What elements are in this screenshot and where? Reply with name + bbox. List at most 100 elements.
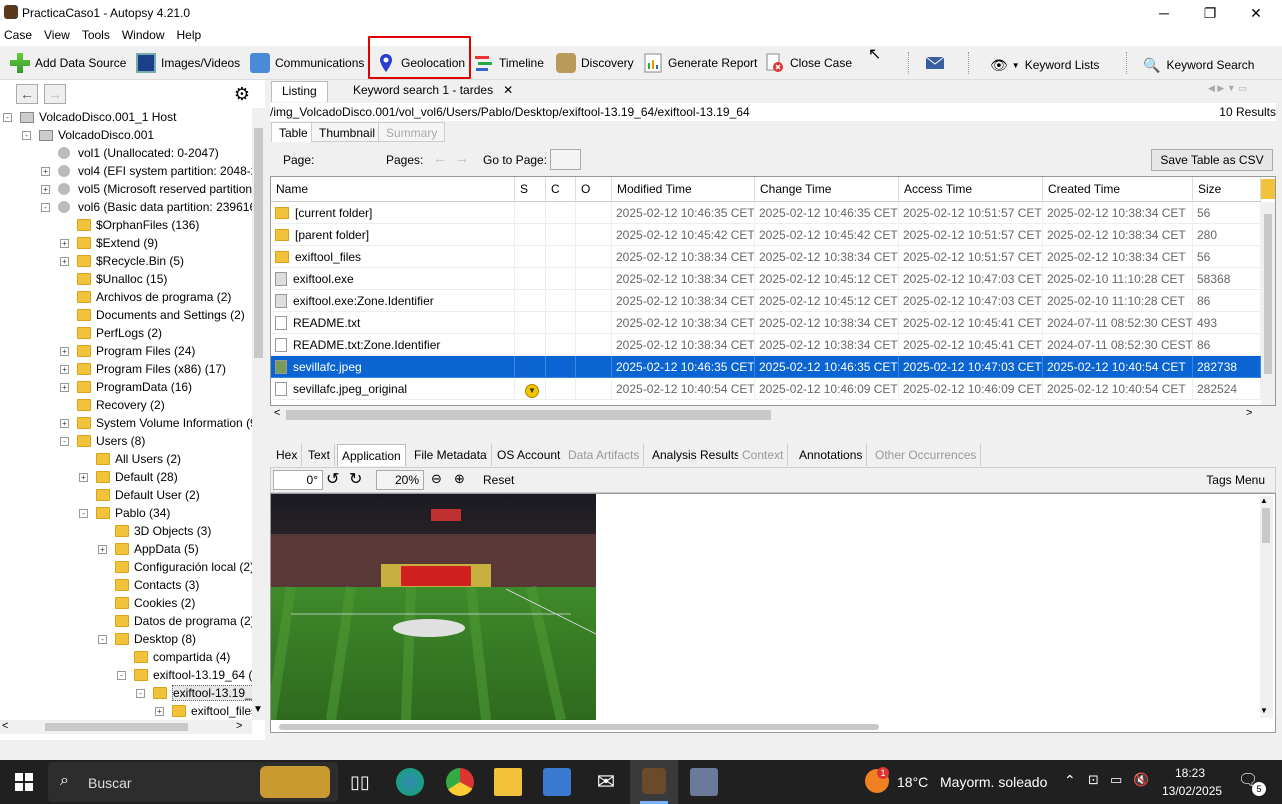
content-tab[interactable]: OS Account bbox=[493, 444, 566, 466]
tree-node[interactable]: - VolcadoDisco.001 bbox=[22, 126, 154, 144]
subtab-thumbnail[interactable]: Thumbnail bbox=[311, 122, 384, 142]
close-tab-icon[interactable]: ✕ bbox=[503, 83, 513, 97]
collapse-icon[interactable]: - bbox=[117, 670, 126, 680]
tree-node[interactable]: PerfLogs (2) bbox=[60, 324, 162, 342]
tree-node[interactable]: Contacts (3) bbox=[98, 576, 199, 594]
keyword-search-button[interactable]: 🔍 Keyword Search bbox=[1143, 54, 1254, 76]
tree-node[interactable]: + AppData (5) bbox=[98, 540, 199, 558]
expand-icon[interactable]: + bbox=[60, 418, 69, 428]
table-horizontal-scrollbar[interactable]: < > bbox=[270, 406, 1276, 424]
table-row[interactable]: sevillafc.jpeg_original ▼ 2025-02-12 10:40… bbox=[271, 378, 1261, 400]
tree-node[interactable]: $OrphanFiles (136) bbox=[60, 216, 199, 234]
table-row[interactable]: [parent folder] 2025-02-12 10:45:42 CET 20… bbox=[271, 224, 1261, 246]
prev-page-icon[interactable]: ← bbox=[433, 150, 447, 166]
tree-node[interactable]: + Program Files (x86) (17) bbox=[60, 360, 226, 378]
tree-node[interactable]: + exiftool_files (2) bbox=[155, 702, 252, 720]
images-videos-button[interactable]: Images/Videos bbox=[136, 52, 240, 74]
tree-node[interactable]: $Unalloc (15) bbox=[60, 270, 167, 288]
menu-case[interactable]: Case bbox=[0, 26, 38, 44]
tree-node[interactable]: + vol5 (Microsoft reserved partition: 206… bbox=[41, 180, 252, 198]
scroll-down-icon[interactable]: ▼ bbox=[253, 704, 263, 715]
table-vertical-scrollbar[interactable] bbox=[1261, 202, 1275, 405]
rotation-field[interactable]: 0° bbox=[273, 470, 323, 490]
tree-node[interactable]: + vol4 (EFI system partition: 2048-206847… bbox=[41, 162, 252, 180]
keyword-lists-button[interactable]: 👁 ▼ Keyword Lists bbox=[990, 54, 1099, 76]
tree-hscroll-thumb[interactable] bbox=[45, 723, 188, 731]
goto-page-input[interactable] bbox=[550, 149, 581, 170]
column-header[interactable]: O bbox=[576, 177, 612, 202]
collapse-icon[interactable]: - bbox=[22, 130, 31, 140]
tree-node[interactable]: - vol6 (Basic data partition: 239616-6186… bbox=[41, 198, 252, 216]
column-header[interactable]: Size bbox=[1193, 177, 1261, 202]
column-header[interactable]: Access Time bbox=[899, 177, 1043, 202]
table-row[interactable]: sevillafc.jpeg 2025-02-12 10:46:35 CET 202… bbox=[271, 356, 1261, 378]
network-icon[interactable]: ▭ bbox=[1110, 772, 1122, 788]
column-header[interactable]: Name bbox=[271, 177, 515, 202]
expand-icon[interactable]: + bbox=[60, 346, 69, 356]
tree-node[interactable]: Recovery (2) bbox=[60, 396, 165, 414]
tree-node[interactable]: - exiftool-13.19_64 (3) bbox=[117, 666, 252, 684]
back-button[interactable]: ← bbox=[16, 84, 38, 104]
table-row[interactable]: README.txt:Zone.Identifier 2025-02-12 10:… bbox=[271, 334, 1261, 356]
save-table-csv-button[interactable]: Save Table as CSV bbox=[1151, 149, 1273, 171]
content-tab[interactable]: Context bbox=[738, 444, 789, 466]
viewer-hscroll-thumb[interactable] bbox=[279, 724, 879, 730]
tree-node[interactable]: Default User (2) bbox=[79, 486, 200, 504]
collapse-icon[interactable]: - bbox=[60, 436, 69, 446]
viewer-scroll-thumb[interactable] bbox=[1262, 508, 1270, 543]
content-tab[interactable]: Annotations bbox=[795, 444, 868, 466]
tab-keyword-search[interactable]: Keyword search 1 - tardes ✕ bbox=[343, 81, 524, 102]
close-case-button[interactable]: Close Case bbox=[765, 52, 852, 74]
menu-tools[interactable]: Tools bbox=[76, 26, 116, 44]
close-button[interactable]: ✕ bbox=[1233, 0, 1279, 26]
expand-icon[interactable]: + bbox=[79, 472, 88, 482]
expand-icon[interactable]: + bbox=[60, 382, 69, 392]
volume-muted-icon[interactable]: 🔇 bbox=[1133, 772, 1149, 788]
scroll-right-icon[interactable]: > bbox=[236, 720, 242, 732]
tree-node[interactable]: + Program Files (24) bbox=[60, 342, 195, 360]
rotate-left-icon[interactable]: ↺ bbox=[326, 469, 339, 489]
menu-window[interactable]: Window bbox=[116, 26, 171, 44]
table-row[interactable]: exiftool_files 2025-02-12 10:38:34 CET 202… bbox=[271, 246, 1261, 268]
subtab-summary[interactable]: Summary bbox=[378, 122, 446, 142]
content-tab[interactable]: Application bbox=[337, 444, 406, 466]
tree-node[interactable]: + $Extend (9) bbox=[60, 234, 158, 252]
tree-node[interactable]: vol1 (Unallocated: 0-2047) bbox=[41, 144, 219, 162]
tree-node[interactable]: + $Recycle.Bin (5) bbox=[60, 252, 184, 270]
microsoft-store-icon[interactable] bbox=[543, 768, 571, 796]
expand-icon[interactable]: + bbox=[41, 184, 50, 194]
tree-node[interactable]: - VolcadoDisco.001_1 Host bbox=[3, 108, 176, 126]
weather-icon[interactable]: 1 bbox=[865, 767, 889, 793]
expand-icon[interactable]: + bbox=[60, 238, 69, 248]
collapse-icon[interactable]: - bbox=[136, 688, 145, 698]
expand-icon[interactable]: + bbox=[60, 256, 69, 266]
expand-icon[interactable]: + bbox=[98, 544, 107, 554]
tree-node[interactable]: - Desktop (8) bbox=[98, 630, 196, 648]
task-view-icon[interactable]: ▯▯ bbox=[346, 768, 374, 796]
tree-node[interactable]: Configuración local (2) bbox=[98, 558, 252, 576]
content-tab[interactable]: Data Artifacts bbox=[564, 444, 645, 466]
tree-node[interactable]: + Default (28) bbox=[79, 468, 178, 486]
column-header[interactable]: Modified Time bbox=[612, 177, 755, 202]
scroll-right-icon[interactable]: > bbox=[1246, 407, 1252, 419]
tree-node[interactable]: Archivos de programa (2) bbox=[60, 288, 231, 306]
clock-time[interactable]: 18:23 bbox=[1175, 766, 1205, 780]
tree-node[interactable]: Documents and Settings (2) bbox=[60, 306, 245, 324]
generate-report-button[interactable]: Generate Report bbox=[643, 52, 757, 74]
expand-icon[interactable]: + bbox=[155, 706, 164, 716]
next-page-icon[interactable]: → bbox=[455, 150, 469, 166]
viewer-horizontal-scrollbar[interactable] bbox=[271, 722, 1261, 732]
table-row[interactable]: exiftool.exe:Zone.Identifier 2025-02-12 1… bbox=[271, 290, 1261, 312]
clock-date[interactable]: 13/02/2025 bbox=[1162, 784, 1222, 798]
content-tab[interactable]: File Metadata bbox=[410, 444, 492, 466]
tree-node[interactable]: - exiftool-13.19_64 (3) bbox=[136, 684, 252, 702]
column-header[interactable]: Change Time bbox=[755, 177, 899, 202]
column-chooser-icon[interactable] bbox=[1261, 179, 1275, 199]
autopsy-taskbar-button[interactable] bbox=[630, 760, 678, 804]
forward-button[interactable]: → bbox=[44, 84, 66, 104]
tree-node[interactable]: compartida (4) bbox=[117, 648, 230, 666]
collapse-icon[interactable]: - bbox=[98, 634, 107, 644]
zoom-out-icon[interactable]: ⊖ bbox=[431, 471, 442, 487]
scroll-left-icon[interactable]: < bbox=[2, 720, 8, 732]
chrome-browser-icon[interactable] bbox=[446, 768, 474, 796]
